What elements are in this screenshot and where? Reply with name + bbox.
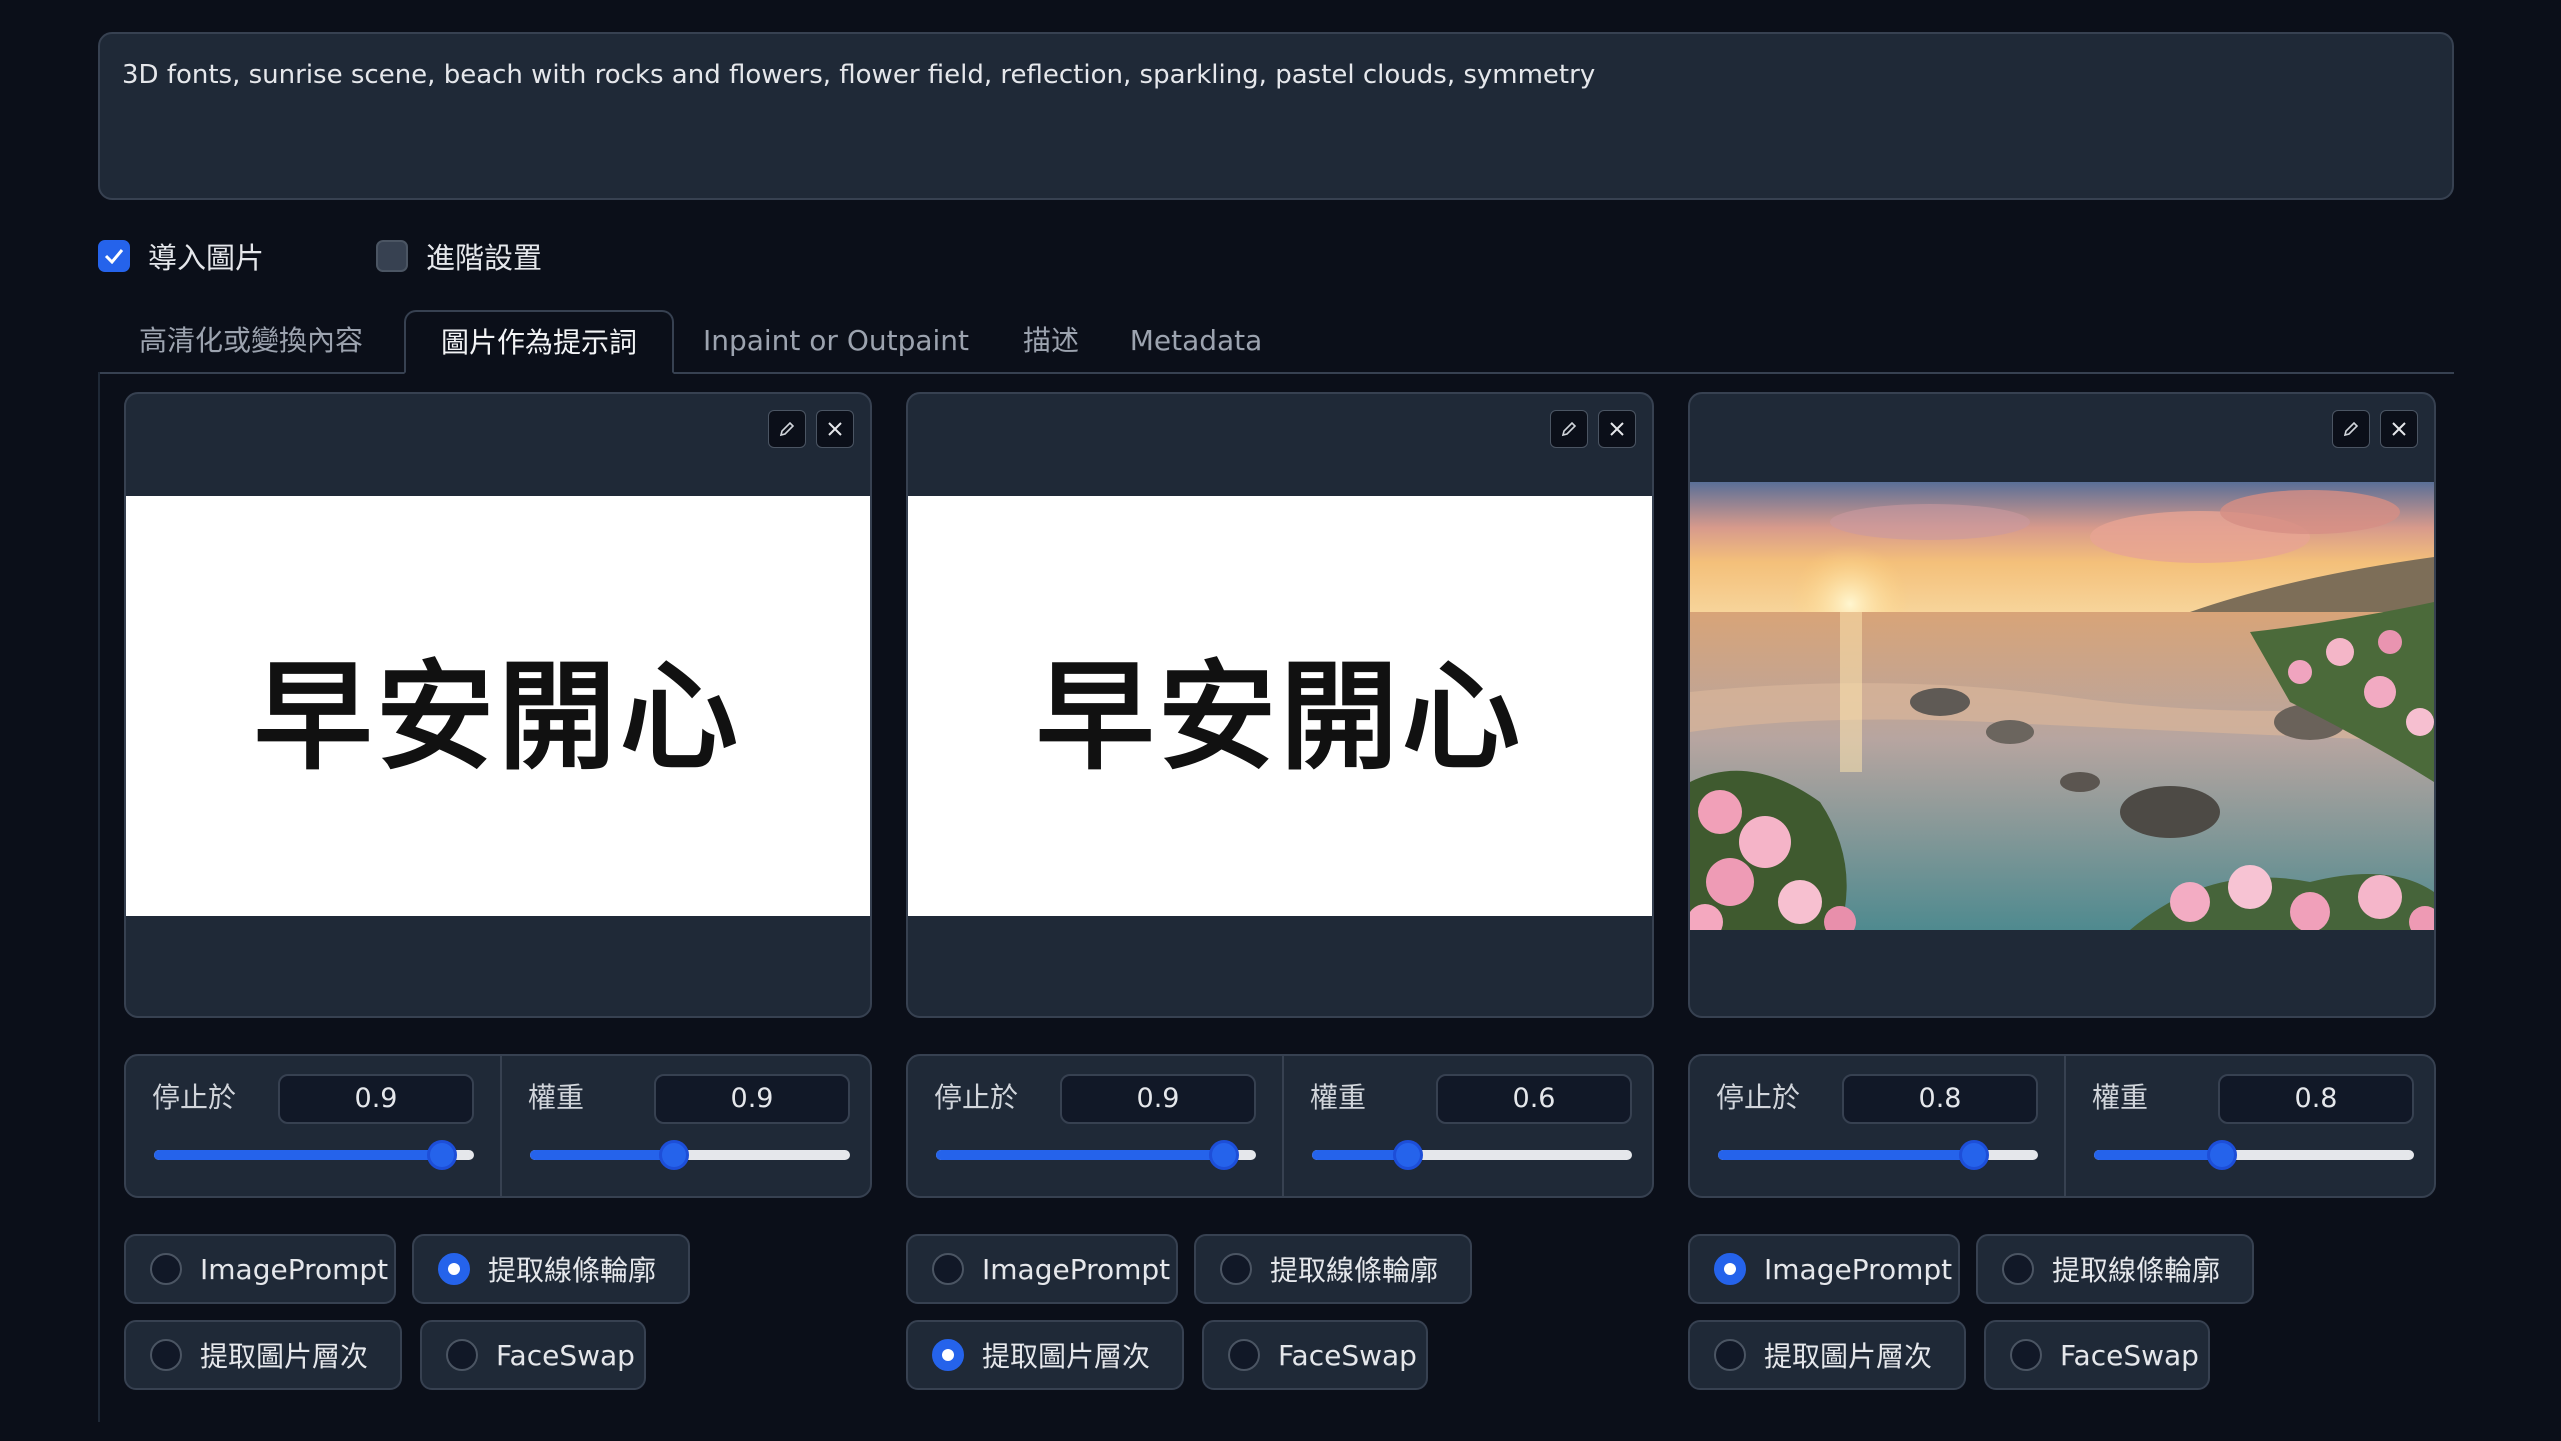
option-depth[interactable]: 提取圖片層次 (906, 1320, 1184, 1390)
option-image-prompt[interactable]: ImagePrompt (906, 1234, 1178, 1304)
weight-slider[interactable] (2094, 1140, 2414, 1170)
option-image-prompt[interactable]: ImagePrompt (124, 1234, 396, 1304)
image-upload-1[interactable]: 早安開心 (124, 392, 872, 1018)
tab-describe[interactable]: 描述 (996, 310, 1106, 372)
tab-metadata[interactable]: Metadata (1126, 310, 1266, 372)
edit-pencil-icon[interactable] (768, 410, 806, 448)
radio-icon[interactable] (446, 1339, 478, 1371)
tab-image-prompt[interactable]: 圖片作為提示詞 (404, 310, 674, 374)
close-icon[interactable] (1598, 410, 1636, 448)
option-label: FaceSwap (2060, 1338, 2199, 1372)
radio-icon[interactable] (438, 1253, 470, 1285)
close-icon[interactable] (2380, 410, 2418, 448)
option-canny-edge[interactable]: 提取線條輪廓 (1976, 1234, 2254, 1304)
option-label: ImagePrompt (200, 1252, 389, 1286)
checkbox-unchecked-icon[interactable] (376, 240, 408, 272)
tab-bar: 高清化或變換內容 圖片作為提示詞 Inpaint or Outpaint 描述 … (98, 310, 2454, 374)
slider-thumb[interactable] (1393, 1140, 1423, 1170)
advanced-settings-label: 進階設置 (426, 241, 543, 275)
option-image-prompt[interactable]: ImagePrompt (1688, 1234, 1960, 1304)
stop-at-input[interactable]: 0.8 (1842, 1074, 2038, 1124)
weight-slider[interactable] (530, 1140, 850, 1170)
option-label: FaceSwap (496, 1338, 635, 1372)
option-canny-edge[interactable]: 提取線條輪廓 (1194, 1234, 1472, 1304)
advanced-settings-toggle[interactable]: 進階設置 (376, 236, 542, 276)
slider-thumb[interactable] (1959, 1140, 1989, 1170)
option-faceswap[interactable]: FaceSwap (420, 1320, 646, 1390)
stop-at-slider[interactable] (936, 1140, 1256, 1170)
radio-icon[interactable] (150, 1339, 182, 1371)
close-icon[interactable] (816, 410, 854, 448)
weight-label: 權重 (2092, 1081, 2149, 1114)
option-canny-edge[interactable]: 提取線條輪廓 (412, 1234, 690, 1304)
option-label: 提取圖片層次 (982, 1340, 1151, 1373)
option-depth[interactable]: 提取圖片層次 (1688, 1320, 1966, 1390)
radio-icon[interactable] (150, 1253, 182, 1285)
tab-upscale-vary[interactable]: 高清化或變換內容 (98, 310, 404, 372)
sunrise-beach-image (1690, 482, 2434, 930)
radio-icon[interactable] (2002, 1253, 2034, 1285)
stop-at-label: 停止於 (1716, 1081, 1801, 1114)
option-faceswap[interactable]: FaceSwap (1984, 1320, 2210, 1390)
checkbox-checked-icon[interactable] (98, 240, 130, 272)
option-depth[interactable]: 提取圖片層次 (124, 1320, 402, 1390)
image-upload-2[interactable]: 早安開心 (906, 392, 1654, 1018)
input-image-toggle[interactable]: 導入圖片 (98, 236, 264, 276)
radio-icon[interactable] (1220, 1253, 1252, 1285)
option-faceswap[interactable]: FaceSwap (1202, 1320, 1428, 1390)
slider-thumb[interactable] (659, 1140, 689, 1170)
option-label: 提取線條輪廓 (1270, 1254, 1439, 1287)
prompt-textarea[interactable]: 3D fonts, sunrise scene, beach with rock… (98, 32, 2454, 200)
weight-label: 權重 (528, 1081, 585, 1114)
image-text: 早安開心 (1035, 647, 1524, 786)
stop-at-label: 停止於 (152, 1081, 237, 1114)
edit-pencil-icon[interactable] (1550, 410, 1588, 448)
option-label: 提取圖片層次 (200, 1340, 369, 1373)
option-label: 提取線條輪廓 (2052, 1254, 2221, 1287)
stop-at-label: 停止於 (934, 1081, 1019, 1114)
uploaded-image: 早安開心 (908, 496, 1652, 916)
radio-icon[interactable] (1714, 1253, 1746, 1285)
radio-icon[interactable] (2010, 1339, 2042, 1371)
option-label: FaceSwap (1278, 1338, 1417, 1372)
control-sliders-3: 停止於 0.8 權重 0.8 (1688, 1054, 2436, 1198)
option-label: 提取線條輪廓 (488, 1254, 657, 1287)
stop-at-input[interactable]: 0.9 (1060, 1074, 1256, 1124)
radio-icon[interactable] (932, 1253, 964, 1285)
control-sliders-1: 停止於 0.9 權重 0.9 (124, 1054, 872, 1198)
stop-at-slider[interactable] (1718, 1140, 2038, 1170)
image-upload-3[interactable] (1688, 392, 2436, 1018)
edit-pencil-icon[interactable] (2332, 410, 2370, 448)
tab-inpaint-outpaint[interactable]: Inpaint or Outpaint (696, 310, 976, 372)
input-image-label: 導入圖片 (148, 241, 265, 275)
weight-input[interactable]: 0.8 (2218, 1074, 2414, 1124)
radio-icon[interactable] (932, 1339, 964, 1371)
option-label: 提取圖片層次 (1764, 1340, 1933, 1373)
slider-thumb[interactable] (2207, 1140, 2237, 1170)
radio-icon[interactable] (1714, 1339, 1746, 1371)
weight-label: 權重 (1310, 1081, 1367, 1114)
weight-input[interactable]: 0.9 (654, 1074, 850, 1124)
slider-thumb[interactable] (427, 1140, 457, 1170)
slider-thumb[interactable] (1209, 1140, 1239, 1170)
tab-panel-border (98, 372, 100, 1422)
option-label: ImagePrompt (982, 1252, 1171, 1286)
weight-input[interactable]: 0.6 (1436, 1074, 1632, 1124)
weight-slider[interactable] (1312, 1140, 1632, 1170)
stop-at-input[interactable]: 0.9 (278, 1074, 474, 1124)
control-sliders-2: 停止於 0.9 權重 0.6 (906, 1054, 1654, 1198)
radio-icon[interactable] (1228, 1339, 1260, 1371)
option-label: ImagePrompt (1764, 1252, 1953, 1286)
image-text: 早安開心 (253, 647, 742, 786)
uploaded-image: 早安開心 (126, 496, 870, 916)
stop-at-slider[interactable] (154, 1140, 474, 1170)
